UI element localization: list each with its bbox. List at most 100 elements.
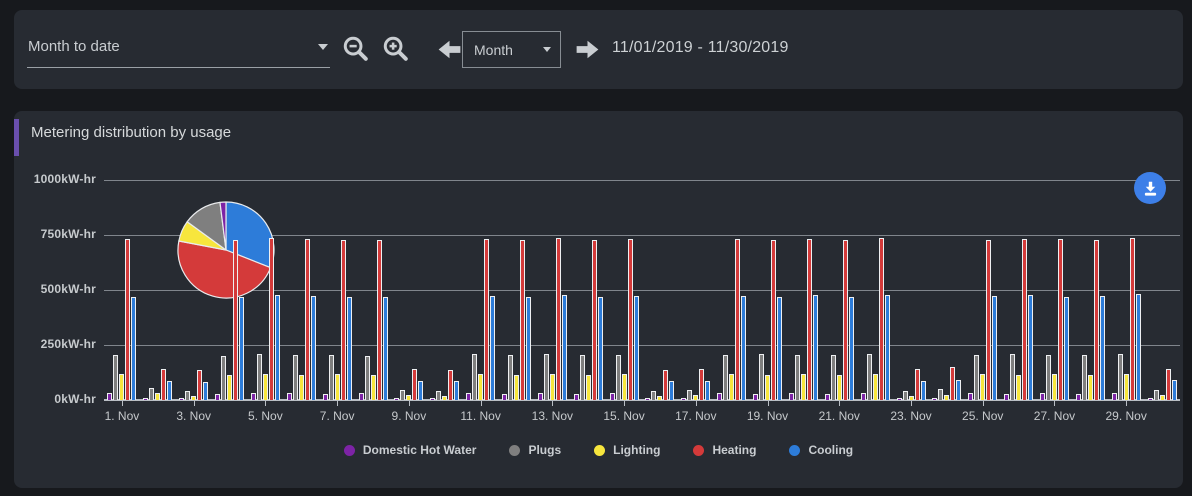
range-preset-select[interactable]: Month to date (27, 26, 330, 68)
legend-item-cooling[interactable]: Cooling (789, 443, 853, 457)
bar-lighting-day-22[interactable] (872, 374, 878, 400)
bar-heating-day-19[interactable] (771, 240, 777, 400)
bar-heating-day-1[interactable] (125, 239, 131, 400)
bar-plugs-day-16[interactable] (651, 391, 657, 400)
bar-lighting-day-3[interactable] (191, 396, 197, 400)
bar-lighting-day-20[interactable] (800, 374, 806, 400)
bar-lighting-day-24[interactable] (944, 395, 950, 400)
bar-heating-day-8[interactable] (376, 240, 382, 400)
bar-plugs-day-30[interactable] (1153, 390, 1159, 400)
legend-item-domestic-hot-water[interactable]: Domestic Hot Water (343, 443, 476, 457)
bar-domestic-hot-water-day-21[interactable] (824, 394, 830, 400)
bar-cooling-day-12[interactable] (525, 297, 531, 400)
bar-plugs-day-26[interactable] (1010, 354, 1016, 400)
period-select[interactable]: Month (462, 31, 561, 68)
bar-lighting-day-30[interactable] (1159, 395, 1165, 400)
bar-cooling-day-13[interactable] (561, 295, 567, 400)
bar-domestic-hot-water-day-2[interactable] (143, 398, 149, 400)
bar-domestic-hot-water-day-25[interactable] (968, 393, 974, 400)
bar-plugs-day-21[interactable] (830, 355, 836, 400)
bar-heating-day-5[interactable] (268, 238, 274, 400)
bar-lighting-day-15[interactable] (621, 374, 627, 400)
bar-domestic-hot-water-day-6[interactable] (286, 393, 292, 400)
bar-cooling-day-21[interactable] (848, 297, 854, 400)
bar-heating-day-14[interactable] (591, 240, 597, 400)
bar-cooling-day-6[interactable] (310, 296, 316, 400)
bar-plugs-day-23[interactable] (902, 391, 908, 400)
bar-cooling-day-23[interactable] (920, 381, 926, 400)
bar-cooling-day-20[interactable] (812, 295, 818, 400)
bar-plugs-day-7[interactable] (328, 355, 334, 400)
bar-domestic-hot-water-day-4[interactable] (215, 394, 221, 400)
bar-domestic-hot-water-day-19[interactable] (753, 394, 759, 400)
legend-item-lighting[interactable]: Lighting (594, 443, 660, 457)
bar-cooling-day-9[interactable] (418, 381, 424, 400)
bar-domestic-hot-water-day-20[interactable] (788, 393, 794, 400)
bar-plugs-day-18[interactable] (723, 355, 729, 400)
bar-heating-day-17[interactable] (699, 369, 705, 400)
bar-cooling-day-26[interactable] (1028, 295, 1034, 400)
bar-domestic-hot-water-day-23[interactable] (896, 398, 902, 400)
bar-heating-day-26[interactable] (1022, 239, 1028, 400)
bar-cooling-day-15[interactable] (633, 296, 639, 400)
bar-heating-day-4[interactable] (233, 240, 239, 400)
bar-cooling-day-25[interactable] (992, 296, 998, 400)
bar-plugs-day-19[interactable] (759, 354, 765, 400)
bar-plugs-day-28[interactable] (1081, 355, 1087, 400)
bar-heating-day-3[interactable] (197, 370, 203, 400)
bar-lighting-day-9[interactable] (406, 395, 412, 400)
bar-domestic-hot-water-day-16[interactable] (645, 398, 651, 400)
bar-domestic-hot-water-day-15[interactable] (609, 393, 615, 400)
bar-heating-day-27[interactable] (1057, 239, 1063, 400)
bar-cooling-day-7[interactable] (346, 297, 352, 400)
bar-cooling-day-11[interactable] (490, 296, 496, 400)
bar-plugs-day-22[interactable] (866, 354, 872, 400)
bar-domestic-hot-water-day-28[interactable] (1075, 394, 1081, 400)
bar-domestic-hot-water-day-11[interactable] (466, 393, 472, 400)
bar-cooling-day-1[interactable] (131, 297, 137, 400)
bar-heating-day-12[interactable] (519, 240, 525, 400)
bar-cooling-day-4[interactable] (239, 297, 245, 400)
next-period-button[interactable] (573, 35, 602, 64)
bar-plugs-day-4[interactable] (221, 356, 227, 400)
bar-cooling-day-28[interactable] (1099, 296, 1105, 400)
bar-lighting-day-1[interactable] (119, 374, 125, 400)
bar-heating-day-13[interactable] (555, 238, 561, 400)
bar-lighting-day-4[interactable] (227, 375, 233, 400)
bar-lighting-day-6[interactable] (298, 375, 304, 400)
bar-plugs-day-17[interactable] (687, 390, 693, 400)
bar-domestic-hot-water-day-27[interactable] (1039, 393, 1045, 400)
bar-heating-day-28[interactable] (1093, 240, 1099, 400)
bar-plugs-day-20[interactable] (794, 355, 800, 400)
bar-lighting-day-14[interactable] (585, 375, 591, 400)
bar-lighting-day-25[interactable] (980, 374, 986, 400)
download-button[interactable] (1134, 172, 1166, 204)
bar-domestic-hot-water-day-14[interactable] (573, 394, 579, 400)
bar-lighting-day-8[interactable] (370, 375, 376, 400)
bar-lighting-day-29[interactable] (1123, 374, 1129, 400)
bar-domestic-hot-water-day-7[interactable] (322, 394, 328, 400)
bar-lighting-day-19[interactable] (765, 375, 771, 400)
bar-lighting-day-13[interactable] (549, 374, 555, 400)
bar-cooling-day-30[interactable] (1171, 380, 1177, 400)
bar-cooling-day-8[interactable] (382, 297, 388, 400)
bar-heating-day-22[interactable] (878, 238, 884, 400)
bar-domestic-hot-water-day-8[interactable] (358, 393, 364, 400)
bar-domestic-hot-water-day-13[interactable] (537, 393, 543, 400)
bar-lighting-day-7[interactable] (334, 374, 340, 400)
bar-plugs-day-6[interactable] (292, 355, 298, 400)
bar-heating-day-10[interactable] (448, 370, 454, 400)
bar-domestic-hot-water-day-9[interactable] (394, 398, 400, 400)
bar-plugs-day-24[interactable] (938, 389, 944, 400)
bar-domestic-hot-water-day-10[interactable] (430, 398, 436, 400)
bar-cooling-day-14[interactable] (597, 297, 603, 400)
bar-plugs-day-11[interactable] (472, 354, 478, 400)
bar-domestic-hot-water-day-17[interactable] (681, 398, 687, 400)
bar-heating-day-29[interactable] (1129, 238, 1135, 400)
bar-plugs-day-9[interactable] (400, 390, 406, 400)
bar-heating-day-11[interactable] (484, 239, 490, 400)
bar-plugs-day-25[interactable] (974, 355, 980, 400)
bar-domestic-hot-water-day-18[interactable] (717, 393, 723, 400)
bar-heating-day-30[interactable] (1165, 369, 1171, 400)
zoom-out-button[interactable] (341, 34, 371, 64)
